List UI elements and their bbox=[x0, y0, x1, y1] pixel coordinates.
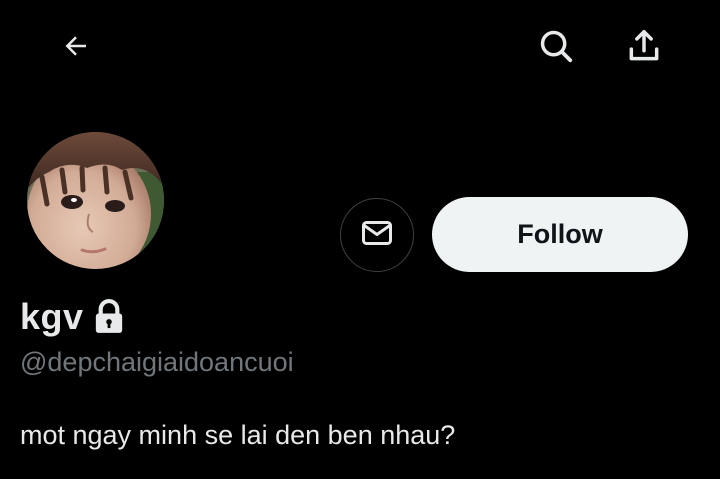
profile-bio: mot ngay minh se lai den ben nhau? bbox=[20, 420, 456, 450]
profile-avatar[interactable] bbox=[27, 132, 164, 269]
follow-button-label: Follow bbox=[517, 219, 603, 249]
share-button[interactable] bbox=[620, 24, 668, 72]
search-button[interactable] bbox=[532, 24, 580, 72]
back-button[interactable] bbox=[52, 24, 100, 72]
profile-name-row: kgv bbox=[20, 294, 126, 340]
message-button[interactable] bbox=[340, 198, 414, 272]
display-name: kgv bbox=[20, 296, 84, 337]
follow-button[interactable]: Follow bbox=[432, 197, 688, 272]
search-icon bbox=[537, 27, 575, 70]
share-icon bbox=[625, 27, 663, 70]
avatar-photo bbox=[27, 132, 164, 269]
envelope-icon bbox=[359, 215, 395, 256]
profile-handle: @depchaigiaidoancuoi bbox=[20, 347, 294, 377]
lock-icon bbox=[92, 299, 126, 335]
arrow-left-icon bbox=[61, 31, 91, 66]
